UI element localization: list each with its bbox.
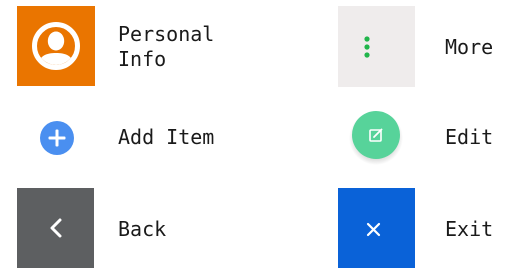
more-vertical-icon <box>364 36 370 58</box>
back-button[interactable] <box>17 188 94 268</box>
close-icon <box>366 222 381 237</box>
edit-icon <box>349 111 403 165</box>
back-label: Back <box>118 217 167 241</box>
add-item-button[interactable] <box>17 98 94 178</box>
exit-button[interactable] <box>338 188 415 268</box>
personal-info-label: Personal Info <box>118 22 215 71</box>
exit-label: Exit <box>445 217 494 241</box>
plus-icon <box>40 121 74 155</box>
personal-info-button[interactable] <box>17 6 95 86</box>
edit-label: Edit <box>445 125 494 149</box>
add-item-label: Add Item <box>118 125 215 149</box>
user-icon <box>32 22 80 70</box>
edit-button[interactable] <box>338 97 419 177</box>
chevron-left-icon <box>50 218 62 238</box>
more-label: More <box>445 35 494 59</box>
more-button[interactable] <box>338 6 415 87</box>
